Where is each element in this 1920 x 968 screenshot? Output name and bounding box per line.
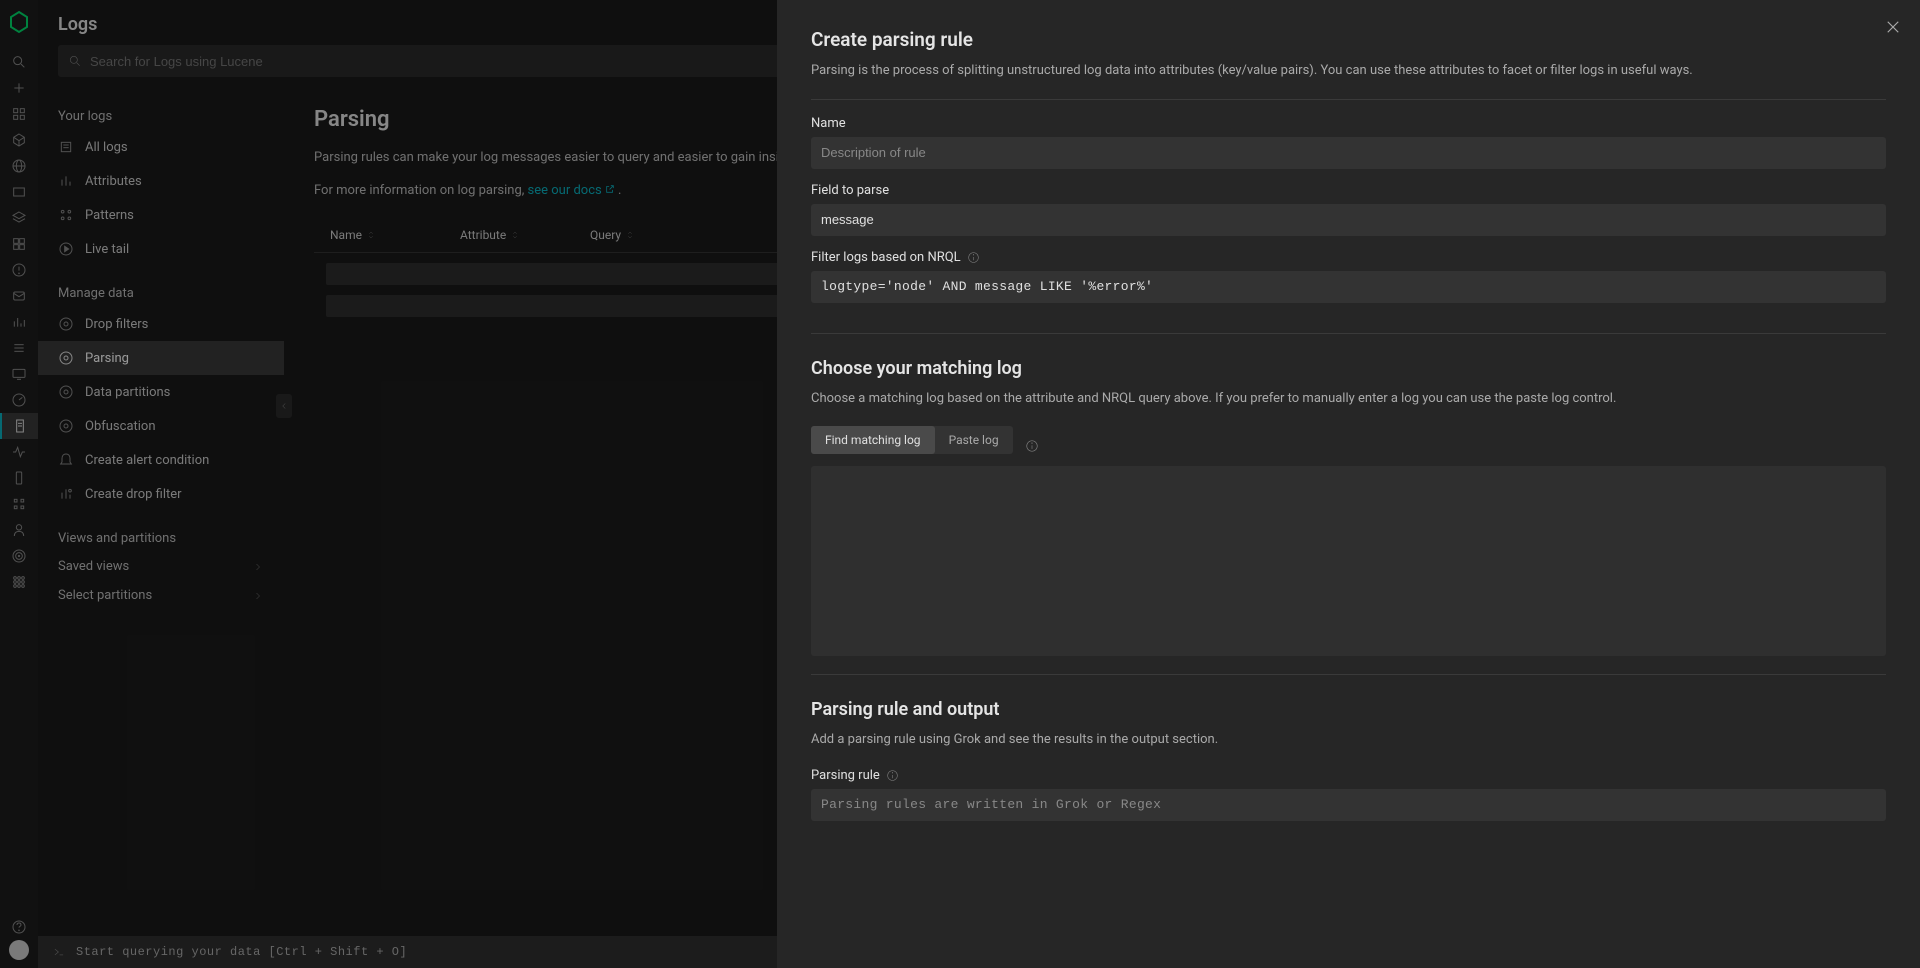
parsing-rule-input[interactable] [811,789,1886,821]
nav-mobile-icon[interactable] [0,465,38,491]
nav-monitor-icon[interactable] [0,361,38,387]
sidebar-item-obfuscation[interactable]: Obfuscation [38,409,284,443]
parsing-rule-label: Parsing rule [811,768,1886,783]
nav-add-icon[interactable] [0,75,38,101]
sidebar-saved-views[interactable]: Saved views [38,552,284,581]
info-icon[interactable] [967,251,980,264]
sidebar-item-patterns[interactable]: Patterns [38,198,284,232]
log-mode-toggle: Find matching log Paste log [811,426,1013,454]
find-matching-log-button[interactable]: Find matching log [811,426,935,454]
rule-title: Parsing rule and output [811,699,1886,720]
info-icon[interactable] [886,769,899,782]
name-input[interactable] [811,137,1886,169]
nav-globe-icon[interactable] [0,153,38,179]
create-parsing-rule-panel: Create parsing rule Parsing is the proce… [777,0,1920,968]
nav-layers-icon[interactable] [0,205,38,231]
nav-chart-icon[interactable] [0,309,38,335]
nrql-label: Filter logs based on NRQL [811,250,1886,265]
user-avatar[interactable] [9,940,29,960]
nav-grid-icon[interactable] [0,101,38,127]
nav-app-icon[interactable] [0,491,38,517]
sidebar-item-create-drop[interactable]: Create drop filter [38,477,284,511]
sidebar-collapse-button[interactable] [276,394,292,418]
nav-list-icon[interactable] [0,335,38,361]
sidebar-item-create-alert[interactable]: Create alert condition [38,443,284,477]
chevron-right-icon [252,590,264,602]
sidebar-item-live-tail[interactable]: Live tail [38,232,284,266]
sidebar-section-views: Views and partitions [38,525,284,552]
sidebar-item-drop-filters[interactable]: Drop filters [38,307,284,341]
sidebar-item-all-logs[interactable]: All logs [38,130,284,164]
paste-log-button[interactable]: Paste log [935,426,1013,454]
sidebar: Your logs All logs Attributes Patterns L… [38,89,284,968]
search-icon [68,54,82,68]
sidebar-item-data-partitions[interactable]: Data partitions [38,375,284,409]
rule-desc: Add a parsing rule using Grok and see th… [811,730,1886,750]
nav-box-icon[interactable] [0,179,38,205]
field-label: Field to parse [811,183,1886,198]
sidebar-section-your-logs: Your logs [38,103,284,130]
sidebar-item-parsing[interactable]: Parsing [38,341,284,375]
docs-link[interactable]: see our docs [528,183,602,198]
choose-title: Choose your matching log [811,358,1886,379]
col-name[interactable]: Name [330,228,460,242]
main-nav [0,0,38,968]
nav-dashboard-icon[interactable] [0,231,38,257]
name-label: Name [811,116,1886,131]
nav-pulse-icon[interactable] [0,439,38,465]
sidebar-section-manage: Manage data [38,280,284,307]
sidebar-item-attributes[interactable]: Attributes [38,164,284,198]
choose-desc: Choose a matching log based on the attri… [811,389,1886,409]
chevron-right-icon [252,561,264,573]
nav-cube-icon[interactable] [0,127,38,153]
footer-hint: Start querying your data [Ctrl + Shift +… [76,945,407,959]
nav-target-icon[interactable] [0,543,38,569]
nav-alert-icon[interactable] [0,257,38,283]
nav-search-icon[interactable] [0,49,38,75]
nav-apps-icon[interactable] [0,569,38,595]
nrql-input[interactable] [811,271,1886,303]
sort-icon [366,230,376,240]
field-input[interactable] [811,204,1886,236]
nav-inbox-icon[interactable] [0,283,38,309]
log-preview-area [811,466,1886,656]
sidebar-select-partitions[interactable]: Select partitions [38,581,284,610]
nav-help-icon[interactable] [0,914,38,940]
close-button[interactable] [1884,18,1902,40]
nav-gauge-icon[interactable] [0,387,38,413]
terminal-icon [52,945,66,959]
external-link-icon [605,184,615,194]
panel-title: Create parsing rule [811,28,1886,51]
panel-subtitle: Parsing is the process of splitting unst… [811,61,1886,81]
nav-user-icon[interactable] [0,517,38,543]
sort-icon [625,230,635,240]
col-query[interactable]: Query [590,228,635,242]
sort-icon [510,230,520,240]
brand-logo[interactable] [7,10,31,34]
nav-logs-icon[interactable] [0,413,38,439]
info-icon[interactable] [1025,439,1039,453]
col-attribute[interactable]: Attribute [460,228,590,242]
